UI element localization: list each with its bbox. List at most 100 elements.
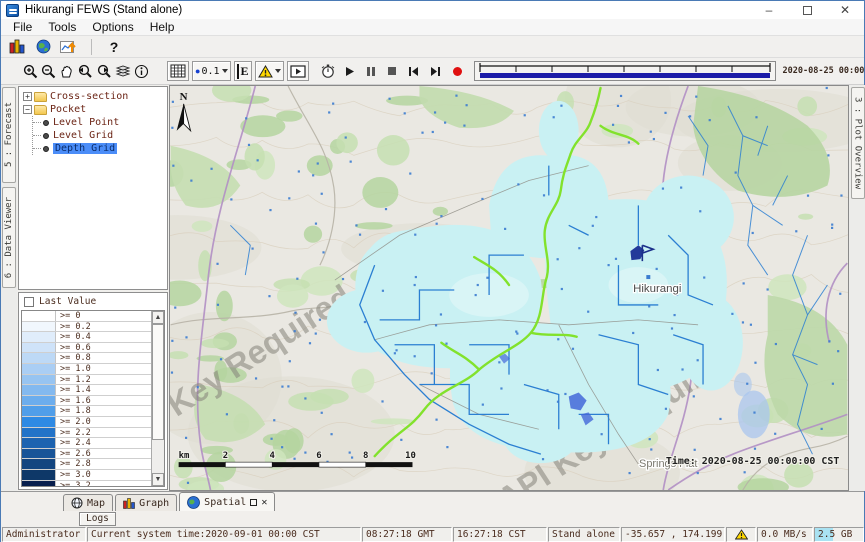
maximize-button[interactable] [788, 1, 826, 19]
close-button[interactable]: ✕ [826, 1, 864, 19]
legend-row[interactable]: >= 2.8 [22, 459, 151, 470]
legend-row[interactable]: >= 1.2 [22, 375, 151, 386]
legend-row[interactable]: >= 0 [22, 311, 151, 322]
status-alert[interactable] [726, 527, 756, 542]
thresholds-dropdown[interactable] [255, 61, 284, 81]
svg-text:km: km [179, 451, 190, 461]
zoom-out-icon [41, 64, 56, 79]
window-controls: – ✕ [750, 1, 864, 19]
stop-button[interactable] [387, 62, 397, 80]
tab-plot-overview[interactable]: 3 : Plot Overview [851, 87, 865, 199]
expand-icon[interactable]: + [23, 92, 32, 101]
status-gmt-time: 08:27:18 GMT [362, 527, 452, 542]
grid-value-dropdown[interactable]: ● 0.1 [192, 61, 231, 81]
pause-button[interactable] [366, 62, 376, 80]
legend-row[interactable]: >= 0.8 [22, 353, 151, 364]
menu-tools[interactable]: Tools [40, 19, 84, 35]
legend-rows: >= 0>= 0.2>= 0.4>= 0.6>= 0.8>= 1.0>= 1.2… [22, 311, 151, 486]
minimize-button[interactable]: – [750, 1, 788, 19]
legend-row[interactable]: >= 3.0 [22, 470, 151, 481]
dot-icon: ● [195, 66, 200, 76]
logs-button[interactable]: Logs [79, 512, 116, 526]
timeseries-display-button[interactable] [7, 38, 27, 56]
map-canvas[interactable]: API Key Required API Key Required [170, 86, 848, 490]
collapse-icon[interactable]: − [23, 105, 32, 114]
last-value-label: Last Value [39, 296, 96, 307]
tab-map[interactable]: Map [63, 494, 113, 511]
animation-button[interactable] [287, 61, 309, 81]
layer-tree: + Cross-section − Pocket Level Point Le [18, 86, 168, 290]
legend-label: >= 2.4 [56, 438, 91, 448]
grid-value-label: 0.1 [201, 66, 219, 77]
tab-data-viewer[interactable]: 6 : Data Viewer [2, 187, 16, 288]
levels-button[interactable]: E [234, 61, 252, 81]
previous-step-button[interactable] [408, 62, 419, 80]
legend-label: >= 1.6 [56, 396, 91, 406]
zoom-next-button[interactable] [96, 62, 112, 80]
spatial-display-button[interactable] [59, 38, 79, 56]
tab-forecast[interactable]: 5 : Forecast [2, 87, 16, 183]
legend-row[interactable]: >= 2.4 [22, 438, 151, 449]
zoom-in-button[interactable] [23, 62, 38, 80]
legend-row[interactable]: >= 2.0 [22, 417, 151, 428]
last-value-row: Last Value [19, 293, 167, 310]
legend-row[interactable]: >= 2.6 [22, 449, 151, 460]
legend-row[interactable]: >= 3.2 [22, 481, 151, 487]
zoom-previous-button[interactable] [77, 62, 93, 80]
legend-swatch [22, 481, 56, 487]
tab-close-icon[interactable]: ✕ [261, 497, 267, 508]
tab-maximize-icon[interactable] [250, 499, 257, 506]
svg-text:6: 6 [316, 451, 321, 461]
next-step-button[interactable] [430, 62, 441, 80]
status-user: Administrator [2, 527, 86, 542]
play-button[interactable] [345, 62, 355, 80]
scroll-down-icon[interactable]: ▼ [152, 473, 164, 486]
tree-node-level-point[interactable]: Level Point [33, 116, 167, 129]
layers-button[interactable] [115, 62, 131, 80]
globe-icon [36, 39, 51, 54]
info-button[interactable] [134, 62, 149, 80]
tab-graph[interactable]: Graph [115, 494, 177, 511]
legend-row[interactable]: >= 0.6 [22, 343, 151, 354]
data-viewer-panel: + Cross-section − Pocket Level Point Le [17, 85, 169, 491]
menu-options[interactable]: Options [84, 19, 141, 35]
folder-icon [34, 92, 47, 102]
legend-row[interactable]: >= 1.0 [22, 364, 151, 375]
legend-scrollbar[interactable]: ▲ ▼ [151, 311, 164, 486]
tree-node-cross-section[interactable]: + Cross-section [23, 90, 167, 103]
legend-row[interactable]: >= 2.2 [22, 428, 151, 439]
help-icon: ? [110, 39, 119, 55]
menu-bar: File Tools Options Help [1, 19, 864, 36]
legend-label: >= 0.4 [56, 332, 91, 342]
timer-button[interactable] [320, 62, 336, 80]
legend-label: >= 0.2 [56, 322, 91, 332]
record-button[interactable] [452, 62, 463, 80]
legend-swatch [22, 459, 56, 469]
tree-node-depth-grid[interactable]: Depth Grid [33, 142, 167, 155]
tab-spatial[interactable]: Spatial ✕ [179, 492, 275, 511]
time-slider[interactable] [474, 61, 776, 81]
zoom-out-button[interactable] [41, 62, 56, 80]
pan-button[interactable] [59, 62, 74, 80]
wire-globe-icon [71, 497, 83, 509]
layers-icon [115, 64, 131, 78]
bullet-icon [43, 146, 49, 152]
legend-row[interactable]: >= 1.6 [22, 396, 151, 407]
menu-file[interactable]: File [5, 19, 40, 35]
menu-help[interactable]: Help [142, 19, 183, 35]
legend-row[interactable]: >= 0.4 [22, 332, 151, 343]
legend-row[interactable]: >= 0.2 [22, 322, 151, 333]
tree-node-pocket[interactable]: − Pocket [23, 103, 167, 116]
scrollbar-track[interactable] [152, 324, 164, 473]
last-value-checkbox[interactable] [24, 297, 34, 307]
help-button[interactable]: ? [104, 38, 124, 56]
legend-row[interactable]: >= 1.8 [22, 406, 151, 417]
tree-node-level-grid[interactable]: Level Grid [33, 129, 167, 142]
map-display-button[interactable] [33, 38, 53, 56]
scroll-up-icon[interactable]: ▲ [152, 311, 164, 324]
bar-chart-icon [9, 39, 25, 54]
scrollbar-thumb[interactable] [152, 324, 164, 440]
left-tab-strip: 5 : Forecast 6 : Data Viewer [1, 85, 17, 491]
legend-row[interactable]: >= 1.4 [22, 385, 151, 396]
grid-display-button[interactable] [167, 61, 189, 81]
